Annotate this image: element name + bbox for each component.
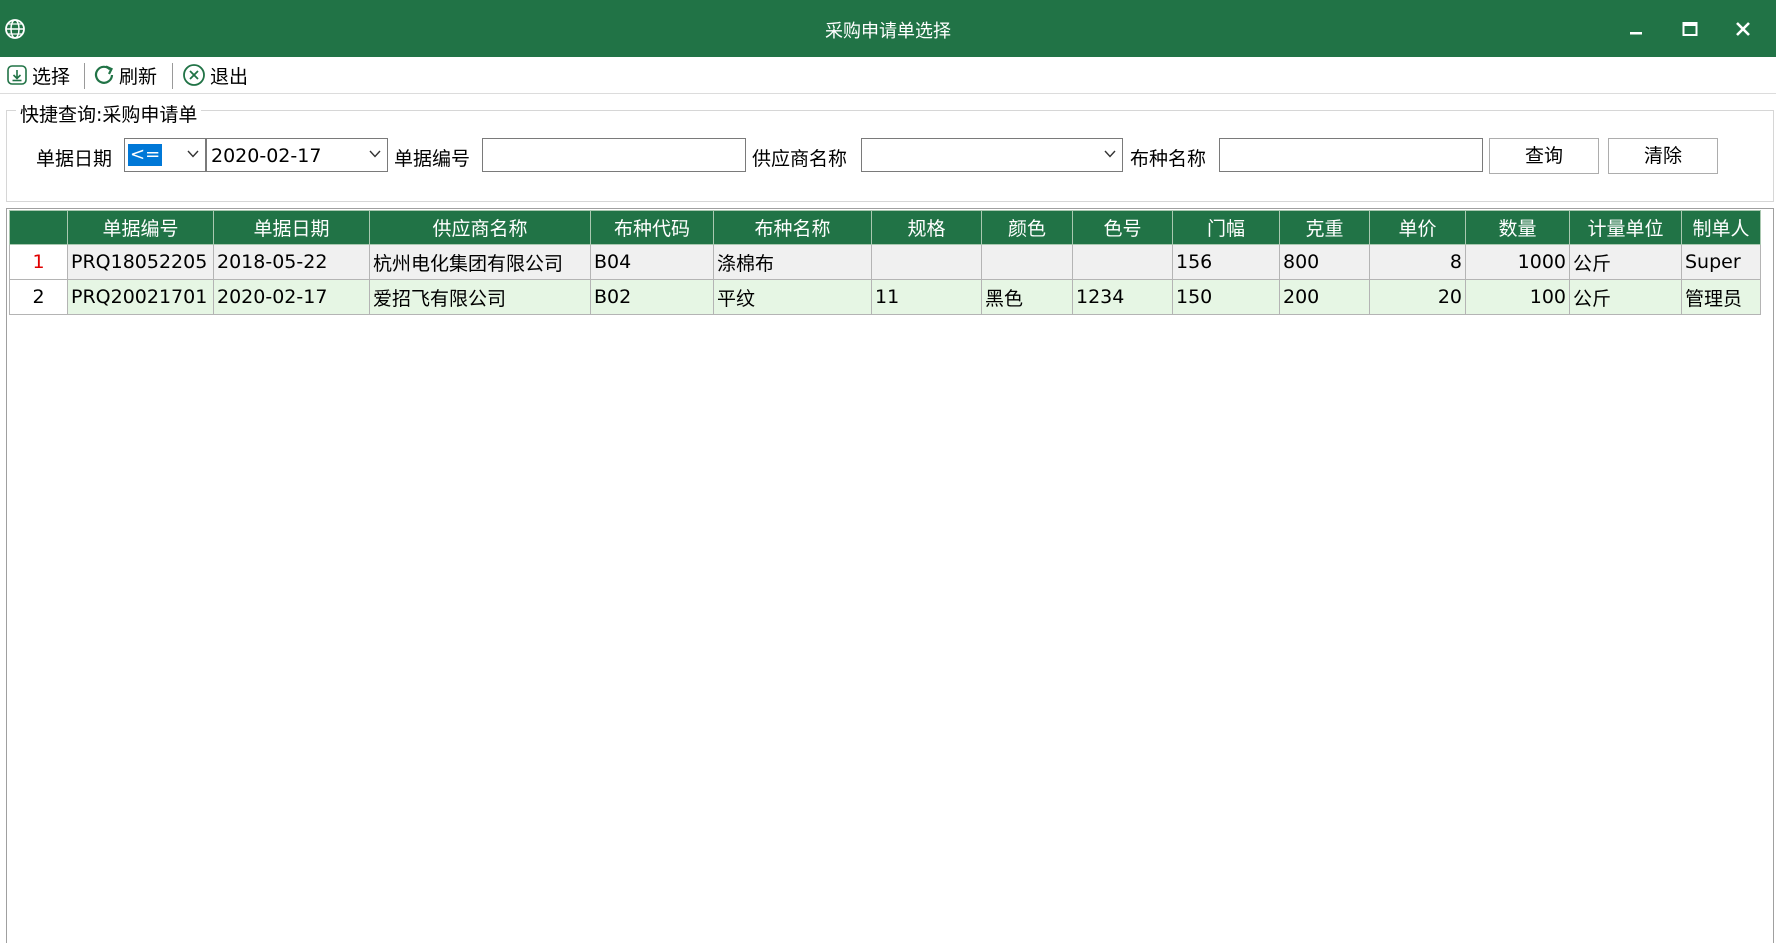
cell-creator[interactable]: 管理员 xyxy=(1681,279,1761,315)
doc-no-input[interactable] xyxy=(482,138,746,172)
cell-date[interactable]: 2018-05-22 xyxy=(213,244,370,280)
date-picker[interactable]: 2020-02-17 xyxy=(206,138,388,172)
toolbar: 选择 刷新 退出 xyxy=(0,57,1776,94)
cell-weight[interactable]: 800 xyxy=(1279,244,1370,280)
cell-doc-no[interactable]: PRQ20021701 xyxy=(67,279,214,315)
row-number[interactable]: 1 xyxy=(9,244,68,280)
maximize-icon xyxy=(1682,22,1698,36)
date-operator-value: <= xyxy=(128,144,163,166)
cell-doc-no[interactable]: PRQ18052205 xyxy=(67,244,214,280)
cell-color[interactable] xyxy=(981,244,1073,280)
cell-fabric-code[interactable]: B02 xyxy=(590,279,714,315)
refresh-label: 刷新 xyxy=(119,65,158,88)
cell-date[interactable]: 2020-02-17 xyxy=(213,279,370,315)
column-header[interactable]: 颜色 xyxy=(981,210,1073,245)
maximize-button[interactable] xyxy=(1670,12,1710,46)
select-button[interactable]: 选择 xyxy=(6,62,70,88)
column-header[interactable]: 克重 xyxy=(1279,210,1370,245)
column-header[interactable]: 门幅 xyxy=(1172,210,1280,245)
chevron-down-icon xyxy=(187,150,199,158)
clear-button[interactable]: 清除 xyxy=(1608,138,1718,174)
column-header[interactable]: 色号 xyxy=(1072,210,1173,245)
cell-fabric-name[interactable]: 平纹 xyxy=(713,279,872,315)
close-button[interactable] xyxy=(1723,12,1763,46)
column-header[interactable]: 供应商名称 xyxy=(369,210,591,245)
grid-header-row: 单据编号 单据日期 供应商名称 布种代码 布种名称 规格 颜色 色号 门幅 克重… xyxy=(9,210,1761,245)
column-header[interactable]: 单价 xyxy=(1369,210,1466,245)
cell-qty[interactable]: 1000 xyxy=(1465,244,1570,280)
fabric-label: 布种名称 xyxy=(1130,148,1207,170)
column-header[interactable]: 计量单位 xyxy=(1569,210,1682,245)
cell-supplier[interactable]: 爱招飞有限公司 xyxy=(369,279,591,315)
search-button[interactable]: 查询 xyxy=(1489,138,1599,174)
date-value: 2020-02-17 xyxy=(211,145,322,167)
cell-unit[interactable]: 公斤 xyxy=(1569,279,1682,315)
toolbar-separator xyxy=(84,63,85,89)
exit-button[interactable]: 退出 xyxy=(182,62,248,88)
cell-creator[interactable]: Super xyxy=(1681,244,1761,280)
minimize-icon xyxy=(1630,32,1642,35)
cell-price[interactable]: 20 xyxy=(1369,279,1466,315)
fabric-input[interactable] xyxy=(1219,138,1483,172)
minimize-button[interactable] xyxy=(1616,12,1656,46)
column-header[interactable]: 规格 xyxy=(871,210,982,245)
refresh-icon xyxy=(94,65,114,84)
date-operator-select[interactable]: <= xyxy=(124,138,206,172)
column-header[interactable]: 布种名称 xyxy=(713,210,872,245)
select-label: 选择 xyxy=(32,65,71,88)
cell-width[interactable]: 156 xyxy=(1172,244,1280,280)
download-icon xyxy=(7,65,27,85)
cell-color-no[interactable] xyxy=(1072,244,1173,280)
cell-fabric-code[interactable]: B04 xyxy=(590,244,714,280)
data-grid[interactable]: 单据编号 单据日期 供应商名称 布种代码 布种名称 规格 颜色 色号 门幅 克重… xyxy=(6,208,1774,943)
grid-table: 单据编号 单据日期 供应商名称 布种代码 布种名称 规格 颜色 色号 门幅 克重… xyxy=(9,210,1761,315)
row-number[interactable]: 2 xyxy=(9,279,68,315)
column-header[interactable]: 单据编号 xyxy=(67,210,214,245)
exit-label: 退出 xyxy=(210,65,249,88)
cell-supplier[interactable]: 杭州电化集团有限公司 xyxy=(369,244,591,280)
date-label: 单据日期 xyxy=(36,148,113,170)
cell-width[interactable]: 150 xyxy=(1172,279,1280,315)
cell-unit[interactable]: 公斤 xyxy=(1569,244,1682,280)
supplier-select[interactable] xyxy=(861,138,1123,172)
cell-spec[interactable] xyxy=(871,244,982,280)
cell-color-no[interactable]: 1234 xyxy=(1072,279,1173,315)
column-header[interactable]: 单据日期 xyxy=(213,210,370,245)
chevron-down-icon xyxy=(369,150,381,158)
table-row[interactable]: 1 PRQ18052205 2018-05-22 杭州电化集团有限公司 B04 … xyxy=(9,244,1761,280)
toolbar-separator xyxy=(172,63,173,89)
table-row[interactable]: 2 PRQ20021701 2020-02-17 爱招飞有限公司 B02 平纹 … xyxy=(9,279,1761,315)
cell-qty[interactable]: 100 xyxy=(1465,279,1570,315)
doc-no-label: 单据编号 xyxy=(394,148,471,170)
cell-price[interactable]: 8 xyxy=(1369,244,1466,280)
row-number-header xyxy=(9,210,68,245)
quick-query-title: 快捷查询:采购申请单 xyxy=(16,100,202,127)
close-circle-icon xyxy=(183,64,205,86)
cell-weight[interactable]: 200 xyxy=(1279,279,1370,315)
cell-fabric-name[interactable]: 涤棉布 xyxy=(713,244,872,280)
column-header[interactable]: 数量 xyxy=(1465,210,1570,245)
close-icon xyxy=(1736,22,1750,36)
column-header[interactable]: 制单人 xyxy=(1681,210,1761,245)
cell-spec[interactable]: 11 xyxy=(871,279,982,315)
supplier-label: 供应商名称 xyxy=(752,148,848,170)
title-bar: 采购申请单选择 xyxy=(0,0,1776,57)
chevron-down-icon xyxy=(1104,150,1116,158)
window-title: 采购申请单选择 xyxy=(825,21,951,42)
refresh-button[interactable]: 刷新 xyxy=(93,62,157,88)
column-header[interactable]: 布种代码 xyxy=(590,210,714,245)
cell-color[interactable]: 黑色 xyxy=(981,279,1073,315)
